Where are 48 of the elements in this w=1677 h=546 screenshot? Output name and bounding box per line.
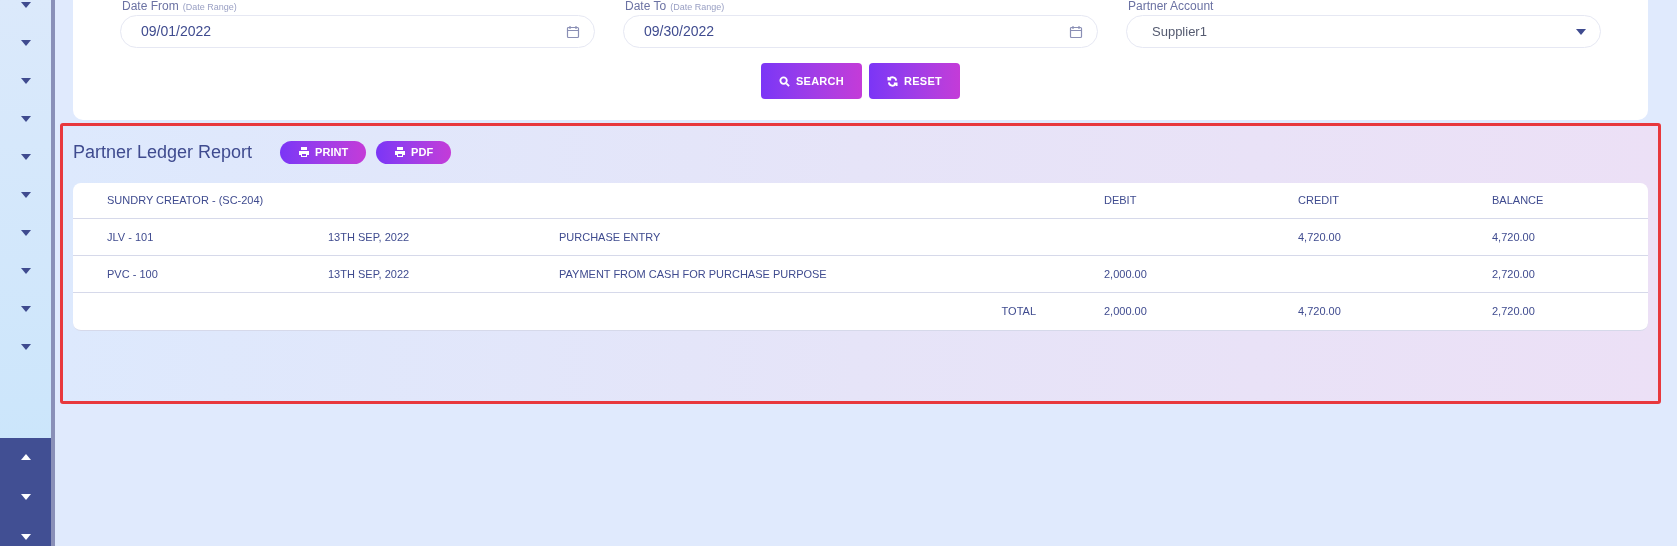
- printer-icon: [394, 146, 407, 158]
- pdf-button[interactable]: PDF: [376, 140, 452, 164]
- table-cell: 2,720.00: [1492, 267, 1535, 280]
- calendar-icon[interactable]: [566, 24, 580, 39]
- field-hint: (Date Range): [670, 1, 725, 13]
- caret-down-icon[interactable]: [20, 344, 31, 350]
- refresh-icon: [887, 75, 898, 87]
- caret-down-icon[interactable]: [20, 192, 31, 198]
- column-header: BALANCE: [1492, 194, 1544, 207]
- caret-down-icon[interactable]: [20, 116, 31, 122]
- table-cell: PAYMENT FROM CASH FOR PURCHASE PURPOSE: [559, 267, 827, 280]
- caret-down-icon[interactable]: [20, 2, 31, 8]
- caret-down-icon[interactable]: [20, 230, 31, 236]
- search-button[interactable]: SEARCH: [760, 63, 862, 99]
- table-cell: 4,720.00: [1298, 230, 1341, 243]
- field-label: Partner Account: [1128, 0, 1214, 12]
- field-label: Date To: [625, 0, 667, 12]
- calendar-icon[interactable]: [1069, 24, 1083, 39]
- search-icon: [778, 75, 790, 87]
- field-label: Date From: [122, 0, 179, 12]
- caret-down-icon[interactable]: [20, 534, 31, 540]
- caret-down-icon[interactable]: [20, 268, 31, 274]
- table-cell: 2,720.00: [1492, 305, 1535, 318]
- table-cell: 4,720.00: [1298, 305, 1341, 318]
- table-cell: TOTAL: [1001, 305, 1036, 318]
- column-header: CREDIT: [1298, 194, 1339, 207]
- table-cell: 13TH SEP, 2022: [328, 267, 410, 280]
- reset-button[interactable]: RESET: [869, 63, 961, 99]
- printer-icon: [298, 146, 311, 158]
- table-cell: 13TH SEP, 2022: [328, 230, 410, 243]
- table-cell: PVC - 100: [107, 267, 158, 280]
- caret-down-icon[interactable]: [1576, 28, 1586, 35]
- report-title: Partner Ledger Report: [73, 140, 253, 164]
- column-header: DEBIT: [1104, 194, 1137, 207]
- table-cell: PURCHASE ENTRY: [559, 230, 661, 243]
- table-cell: 4,720.00: [1492, 230, 1535, 243]
- table-cell: 2,000.00: [1104, 305, 1147, 318]
- caret-down-icon[interactable]: [20, 40, 31, 46]
- caret-down-icon[interactable]: [20, 494, 31, 500]
- caret-down-icon[interactable]: [20, 154, 31, 160]
- caret-down-icon[interactable]: [20, 306, 31, 312]
- column-header: SUNDRY CREATOR - (SC-204): [107, 194, 264, 207]
- field-hint: (Date Range): [182, 1, 237, 13]
- caret-down-icon[interactable]: [20, 78, 31, 84]
- table-cell: JLV - 101: [107, 230, 154, 243]
- table-cell: 2,000.00: [1104, 267, 1147, 280]
- print-button[interactable]: PRINT: [280, 140, 367, 164]
- caret-up-icon[interactable]: [20, 454, 31, 460]
